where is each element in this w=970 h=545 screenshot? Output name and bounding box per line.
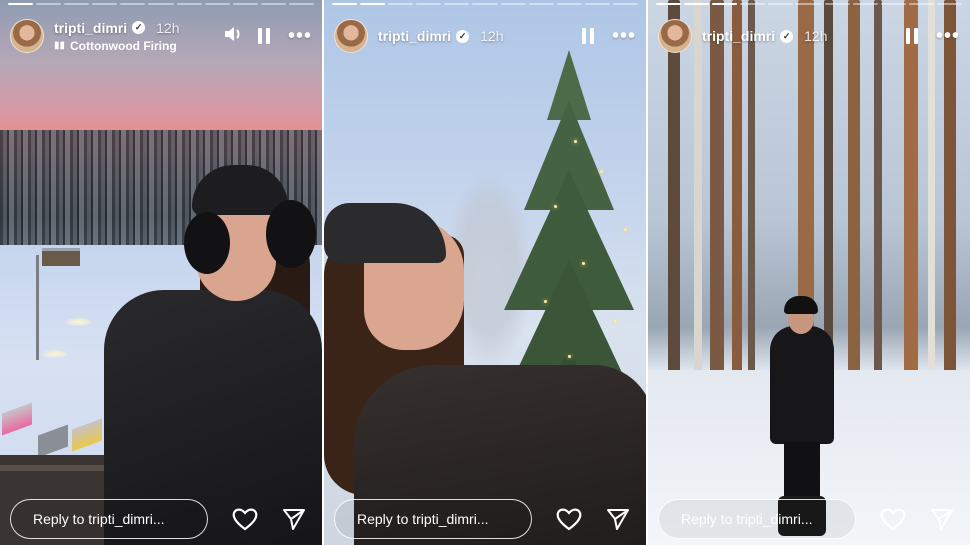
woman-looking-up: [324, 195, 646, 545]
story-photo-pine-tree-selfie: [324, 0, 646, 545]
reply-input[interactable]: Reply to tripti_dimri...: [334, 499, 532, 539]
tree-trunk: [710, 0, 724, 410]
music-title: Cottonwood Firing: [70, 38, 177, 53]
birch-trunk: [928, 0, 935, 400]
story-panel-1[interactable]: tripti_dimri ✓ 12h ▮▮ Cottonwood Firing …: [0, 0, 322, 545]
progress-segment: [176, 3, 202, 5]
progress-segment: [712, 3, 738, 5]
progress-segment: [936, 3, 963, 5]
story-progress-bar: [656, 3, 963, 5]
progress-segment: [444, 3, 470, 5]
progress-segment: [92, 3, 118, 5]
send-icon[interactable]: [606, 507, 630, 531]
birch-trunk: [694, 0, 702, 390]
post-time: 12h: [480, 28, 504, 44]
progress-segment: [612, 3, 639, 5]
progress-segment: [656, 3, 682, 5]
verified-badge-icon: ✓: [132, 21, 146, 34]
distant-cabin: [42, 248, 80, 266]
tree-trunk: [748, 0, 755, 380]
progress-segment: [260, 3, 286, 5]
tree-trunk: [874, 0, 882, 380]
lamp-glow: [66, 318, 92, 326]
progress-segment: [288, 3, 315, 5]
story-photo-forest-walk: [648, 0, 970, 545]
story-footer: Reply to tripti_dimri...: [334, 497, 636, 541]
story-panel-2[interactable]: tripti_dimri ✓ 12h ••• Reply to tripti_d…: [324, 0, 646, 545]
music-note-icon: ▮▮: [54, 40, 66, 51]
lamp-glow: [42, 350, 68, 358]
pause-icon[interactable]: [581, 28, 596, 44]
story-photo-sunset-snow: [0, 0, 322, 545]
progress-segment: [232, 3, 258, 5]
story-header: tripti_dimri ✓ 12h •••: [334, 18, 636, 54]
story-progress-bar: [8, 3, 315, 5]
progress-segment: [388, 3, 414, 5]
progress-segment: [120, 3, 146, 5]
send-icon[interactable]: [930, 507, 954, 531]
heart-icon[interactable]: [880, 507, 906, 531]
tree-trunk: [944, 0, 956, 410]
progress-segment: [824, 3, 850, 5]
heart-icon[interactable]: [556, 507, 582, 531]
reply-input[interactable]: Reply to tripti_dimri...: [658, 499, 856, 539]
progress-segment: [528, 3, 554, 5]
story-progress-bar: [332, 3, 639, 5]
reply-input[interactable]: Reply to tripti_dimri...: [10, 499, 208, 539]
progress-segment: [768, 3, 794, 5]
username[interactable]: tripti_dimri: [378, 28, 451, 44]
send-icon[interactable]: [282, 507, 306, 531]
woman-in-earmuffs: [104, 160, 322, 545]
progress-segment: [204, 3, 230, 5]
avatar[interactable]: [658, 19, 692, 53]
story-panel-3[interactable]: tripti_dimri ✓ 12h ••• Reply to tripti_d…: [648, 0, 970, 545]
progress-segment: [584, 3, 610, 5]
story-header: tripti_dimri ✓ 12h ▮▮ Cottonwood Firing …: [10, 18, 312, 54]
story-header: tripti_dimri ✓ 12h •••: [658, 18, 960, 54]
music-attribution[interactable]: ▮▮ Cottonwood Firing: [54, 39, 184, 53]
lamp-post: [36, 255, 39, 360]
more-options-icon[interactable]: •••: [936, 26, 960, 46]
tree-trunk: [732, 0, 742, 400]
progress-segment: [556, 3, 582, 5]
speaker-icon[interactable]: [224, 26, 242, 47]
avatar[interactable]: [334, 19, 368, 53]
progress-segment: [880, 3, 906, 5]
progress-segment: [852, 3, 878, 5]
pause-icon[interactable]: [257, 28, 272, 44]
avatar[interactable]: [10, 19, 44, 53]
progress-segment: [36, 3, 62, 5]
progress-segment: [360, 3, 386, 5]
progress-segment: [740, 3, 766, 5]
progress-segment: [472, 3, 498, 5]
progress-segment: [796, 3, 822, 5]
more-options-icon[interactable]: •••: [288, 26, 312, 46]
post-time: 12h: [804, 28, 828, 44]
tree-trunk: [668, 0, 680, 400]
tree-trunk: [848, 0, 860, 390]
progress-segment: [908, 3, 934, 5]
progress-segment: [148, 3, 174, 5]
progress-segment: [416, 3, 442, 5]
heart-icon[interactable]: [232, 507, 258, 531]
tree-trunk: [904, 0, 918, 405]
progress-segment: [500, 3, 526, 5]
username[interactable]: tripti_dimri: [54, 20, 127, 36]
username[interactable]: tripti_dimri: [702, 28, 775, 44]
progress-segment: [64, 3, 90, 5]
progress-segment: [332, 3, 358, 5]
verified-badge-icon: ✓: [780, 29, 794, 43]
story-footer: Reply to tripti_dimri...: [10, 497, 312, 541]
pause-icon[interactable]: [905, 28, 920, 44]
story-footer: Reply to tripti_dimri...: [658, 497, 960, 541]
more-options-icon[interactable]: •••: [612, 26, 636, 46]
progress-segment: [8, 3, 34, 5]
progress-segment: [684, 3, 710, 5]
post-time: 12h: [156, 19, 180, 36]
verified-badge-icon: ✓: [456, 29, 470, 43]
